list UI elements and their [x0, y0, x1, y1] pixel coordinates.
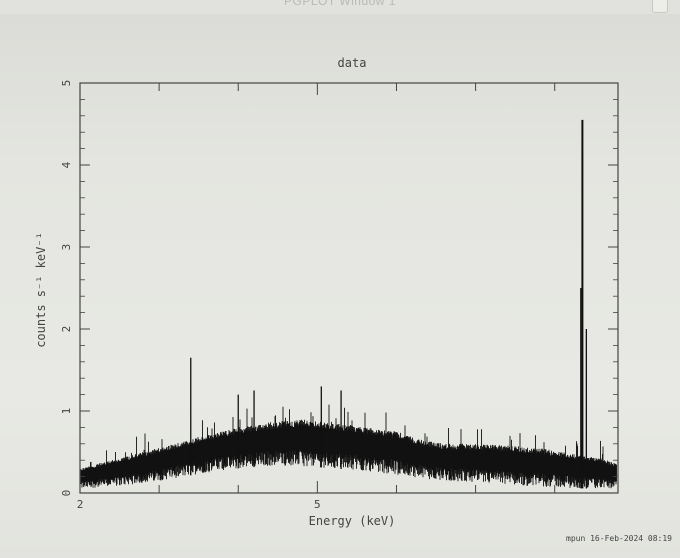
chart-title: data [338, 56, 367, 70]
timestamp-stamp: mpun 16-Feb-2024 08:19 [566, 534, 672, 543]
y-tick-label: 1 [60, 408, 73, 415]
y-tick-label: 0 [60, 490, 73, 497]
x-axis-label: Energy (keV) [309, 514, 396, 528]
pgplot-window: PGPLOT Window 1 data 012345 25 counts s⁻… [0, 0, 680, 558]
y-tick-label: 3 [60, 244, 73, 251]
y-tick-label: 2 [60, 326, 73, 333]
x-tick-label: 2 [77, 498, 84, 511]
y-tick-label: 4 [60, 161, 73, 168]
y-axis-label: counts s⁻¹ keV⁻¹ [34, 232, 48, 348]
spectrum-plot: data 0 1 2 3 4 5 2 5 counts s⁻¹ keV⁻¹ Energy (… [34, 56, 672, 543]
y-tick-label: 5 [60, 80, 73, 87]
spectrum-band [80, 404, 617, 489]
data-layer [80, 119, 617, 489]
x-tick-label: 5 [314, 498, 321, 511]
